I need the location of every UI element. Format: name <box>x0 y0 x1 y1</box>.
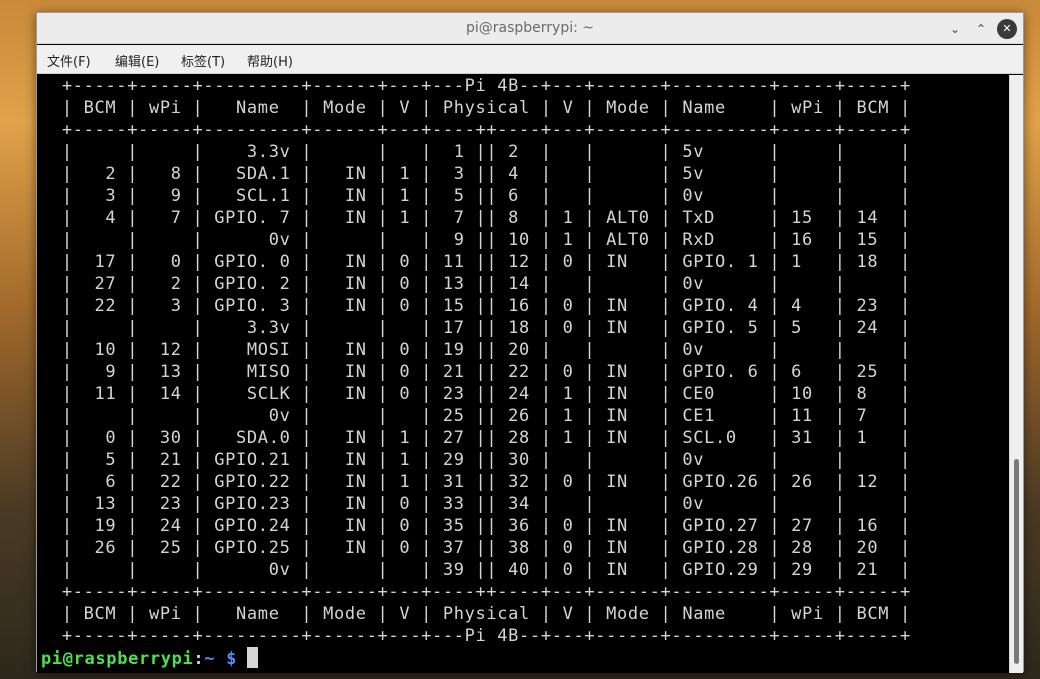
terminal-line: | BCM | wPi | Name | Mode | V | Physical… <box>51 98 911 118</box>
terminal-line: +-----+-----+---------+------+---+----++… <box>51 582 911 602</box>
terminal-line: +-----+-----+---------+------+---+---Pi … <box>51 626 911 646</box>
terminal-line: | 26 | 25 | GPIO.25 | IN | 0 | 37 || 38 … <box>51 538 911 558</box>
terminal-window: pi@raspberrypi: ~ ⌄ ⌃ ✕ 文件(F) 编辑(E) 标签(T… <box>36 12 1024 673</box>
terminal-output[interactable]: +-----+-----+---------+------+---+---Pi … <box>37 75 1011 673</box>
prompt-path: ~ <box>204 649 216 669</box>
text-cursor <box>246 647 258 668</box>
terminal-line: | 22 | 3 | GPIO. 3 | IN | 0 | 15 || 16 |… <box>51 296 911 316</box>
menu-edit[interactable]: 编辑(E) <box>115 51 159 70</box>
title-bar[interactable]: pi@raspberrypi: ~ ⌄ ⌃ ✕ <box>37 13 1023 44</box>
terminal-line: | | | 0v | | | 25 || 26 | 1 | IN | CE1 |… <box>51 406 911 426</box>
terminal-line: | 17 | 0 | GPIO. 0 | IN | 0 | 11 || 12 |… <box>51 252 911 272</box>
terminal-line: | 3 | 9 | SCL.1 | IN | 1 | 5 || 6 | | | … <box>51 186 911 206</box>
prompt-user: pi@raspberrypi <box>41 649 194 669</box>
terminal-line: | | | 0v | | | 39 || 40 | 0 | IN | GPIO.… <box>51 560 911 580</box>
terminal-line: | 2 | 8 | SDA.1 | IN | 1 | 3 || 4 | | | … <box>51 164 911 184</box>
menu-help[interactable]: 帮助(H) <box>247 51 293 70</box>
terminal-line: | 11 | 14 | SCLK | IN | 0 | 23 || 24 | 1… <box>51 384 911 404</box>
prompt-symbol: $ <box>226 649 237 669</box>
terminal-line: +-----+-----+---------+------+---+---Pi … <box>51 76 911 96</box>
menu-bar: 文件(F) 编辑(E) 标签(T) 帮助(H) <box>37 45 1023 74</box>
minimize-icon[interactable]: ⌄ <box>945 19 965 39</box>
terminal-line: | | | 0v | | | 9 || 10 | 1 | ALT0 | RxD … <box>51 230 911 250</box>
terminal-line: | 13 | 23 | GPIO.23 | IN | 0 | 33 || 34 … <box>51 494 911 514</box>
maximize-icon[interactable]: ⌃ <box>971 19 991 39</box>
terminal-line: +-----+-----+---------+------+---+----++… <box>51 120 911 140</box>
close-icon[interactable]: ✕ <box>997 19 1017 39</box>
terminal-line: | | | 3.3v | | | 17 || 18 | 0 | IN | GPI… <box>51 318 911 338</box>
terminal-line: | 27 | 2 | GPIO. 2 | IN | 0 | 13 || 14 |… <box>51 274 911 294</box>
terminal-scrollbar[interactable] <box>1009 75 1023 673</box>
menu-file[interactable]: 文件(F) <box>47 51 91 70</box>
terminal-line: | 4 | 7 | GPIO. 7 | IN | 1 | 7 || 8 | 1 … <box>51 208 911 228</box>
scrollbar-thumb[interactable] <box>1014 459 1019 664</box>
menu-tabs[interactable]: 标签(T) <box>181 51 225 70</box>
terminal-line: | | | 3.3v | | | 1 || 2 | | | 5v | | | <box>51 142 911 162</box>
prompt-separator: : <box>193 649 205 669</box>
gpio-readall-table: +-----+-----+---------+------+---+---Pi … <box>51 75 911 647</box>
command-prompt[interactable]: pi@raspberrypi:~ $ <box>41 647 258 669</box>
terminal-line: | 5 | 21 | GPIO.21 | IN | 1 | 29 || 30 |… <box>51 450 911 470</box>
terminal-line: | 19 | 24 | GPIO.24 | IN | 0 | 35 || 36 … <box>51 516 911 536</box>
terminal-line: | BCM | wPi | Name | Mode | V | Physical… <box>51 604 911 624</box>
terminal-line: | 10 | 12 | MOSI | IN | 0 | 19 || 20 | |… <box>51 340 911 360</box>
terminal-line: | 9 | 13 | MISO | IN | 0 | 21 || 22 | 0 … <box>51 362 911 382</box>
window-title: pi@raspberrypi: ~ <box>465 20 595 36</box>
terminal-line: | 6 | 22 | GPIO.22 | IN | 1 | 31 || 32 |… <box>51 472 911 492</box>
terminal-line: | 0 | 30 | SDA.0 | IN | 1 | 27 || 28 | 1… <box>51 428 911 448</box>
